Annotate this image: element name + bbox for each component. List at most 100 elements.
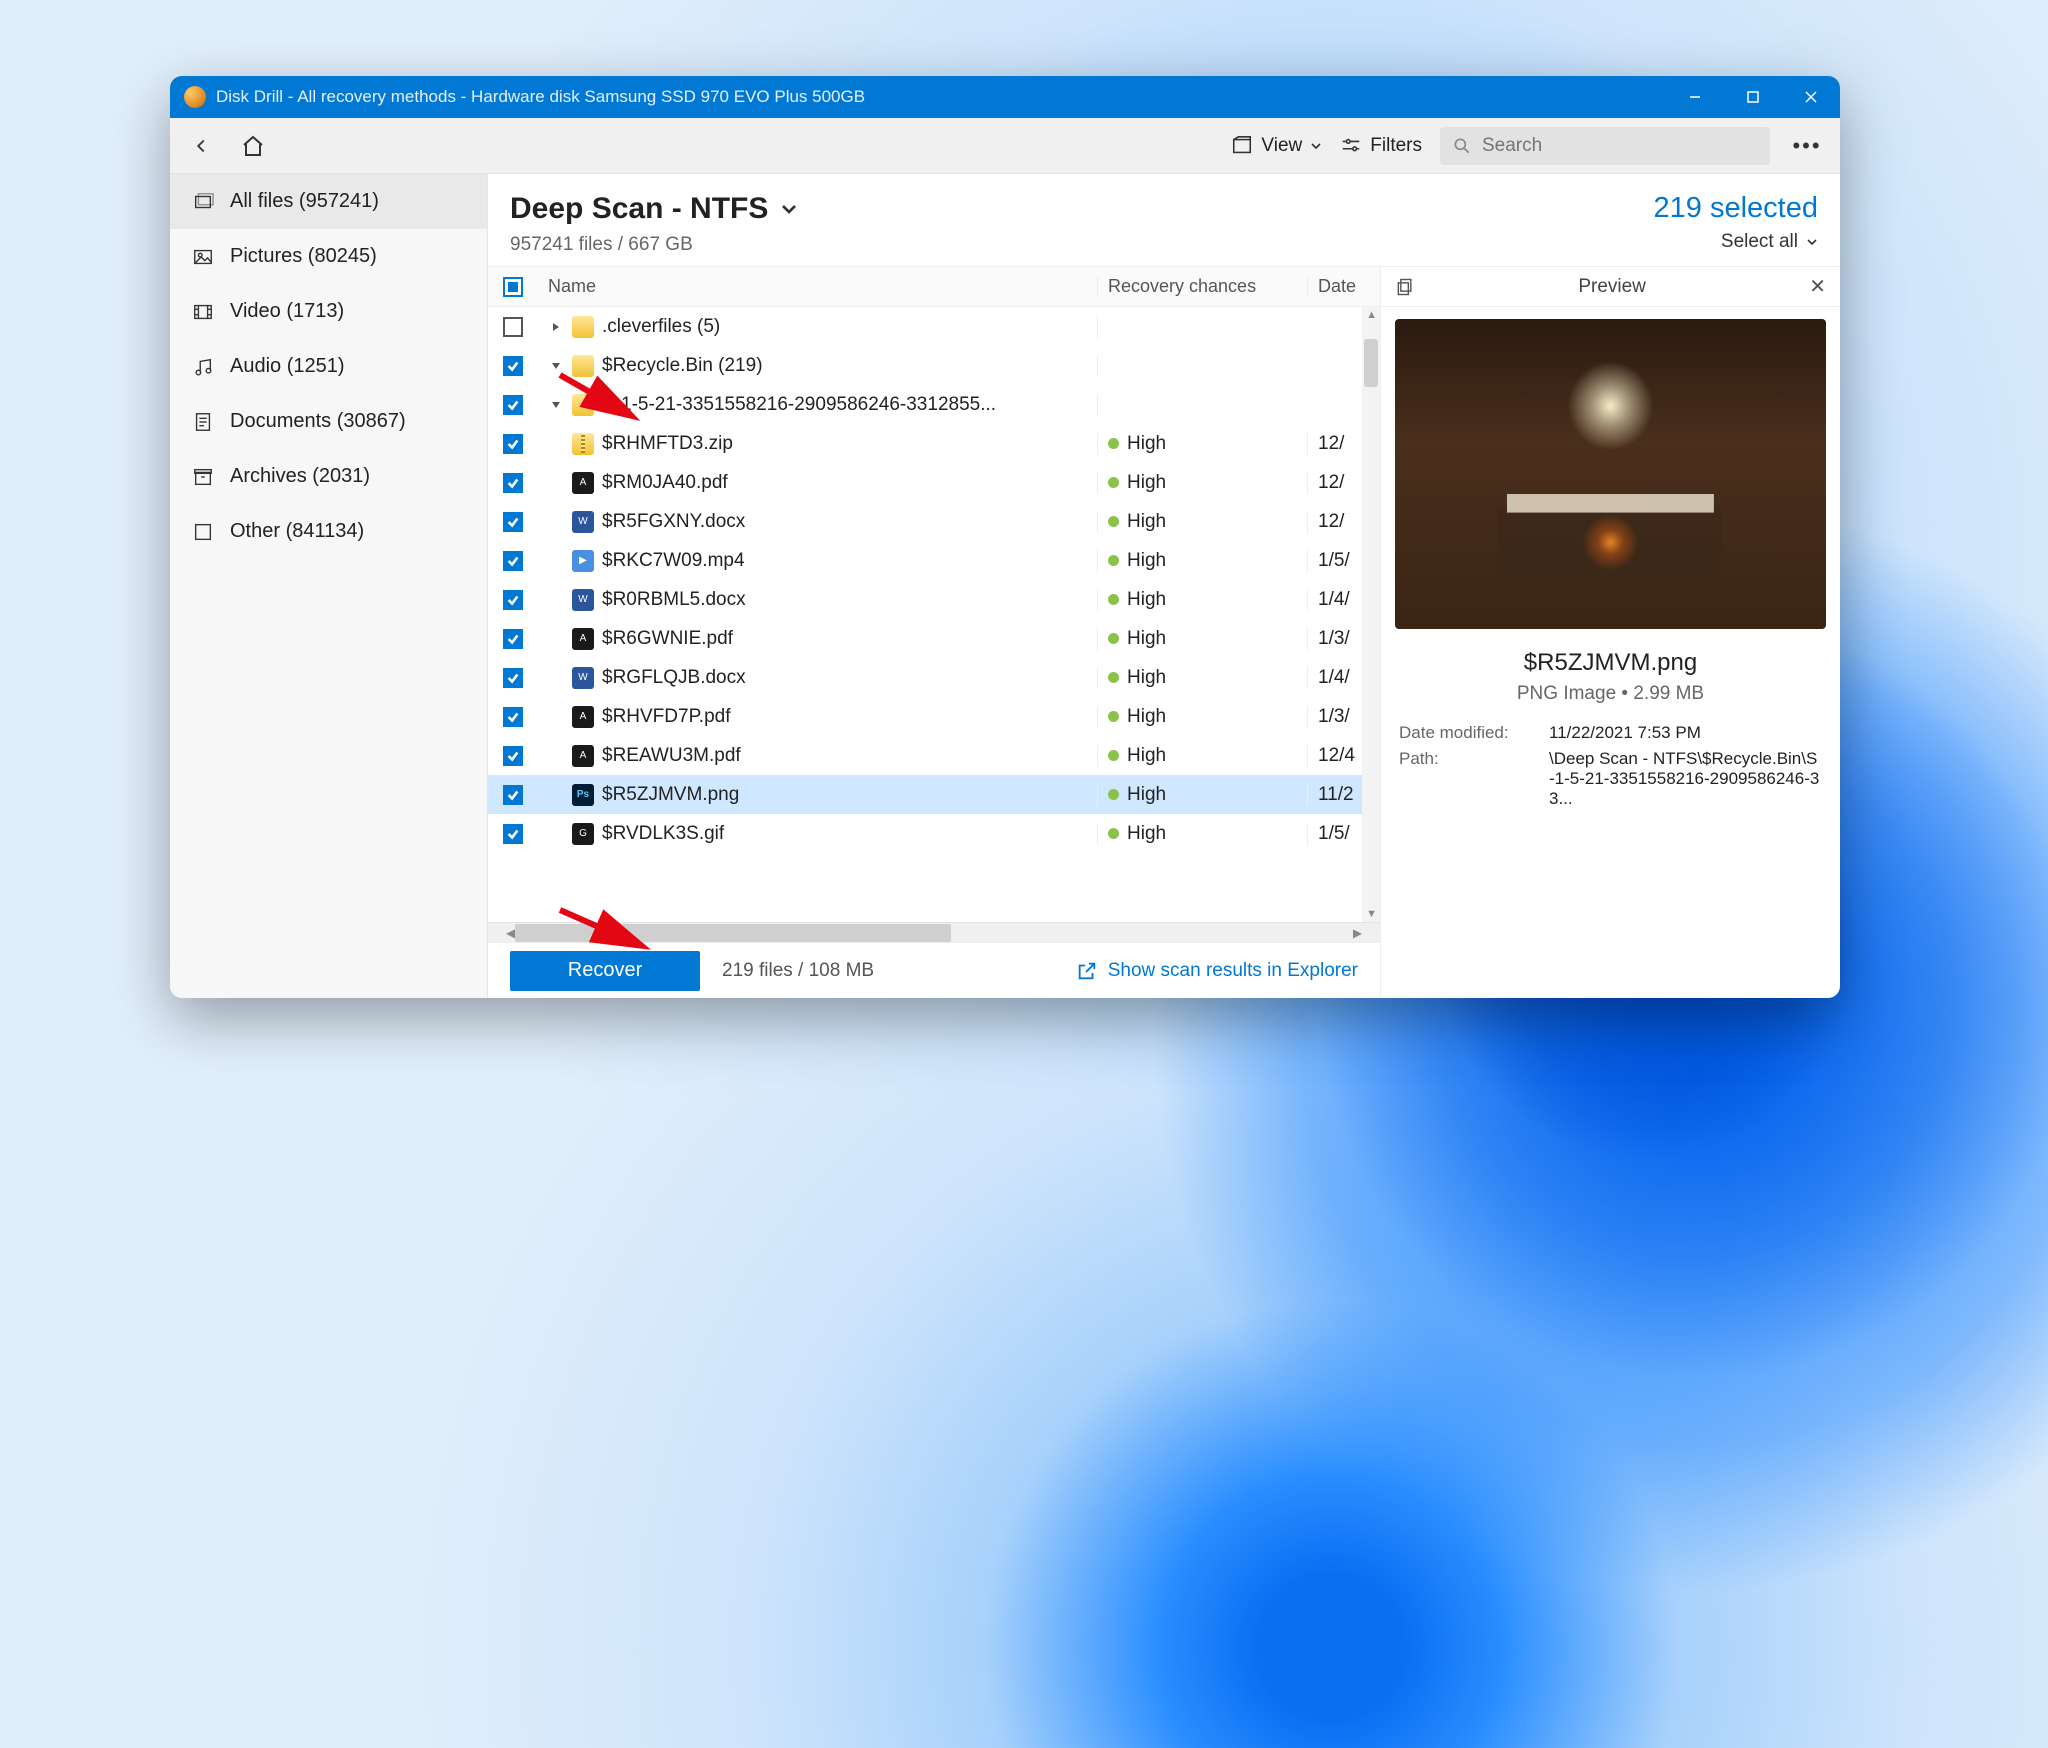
row-checkbox[interactable]	[503, 551, 523, 571]
file-name: S-1-5-21-3351558216-2909586246-3312855..…	[602, 394, 996, 416]
row-checkbox[interactable]	[503, 395, 523, 415]
sidebar-item-label: Pictures (80245)	[230, 245, 377, 268]
file-row[interactable]: $Recycle.Bin (219)	[488, 346, 1380, 385]
music-icon	[192, 356, 214, 378]
row-checkbox[interactable]	[503, 824, 523, 844]
prop-value: \Deep Scan - NTFS\$Recycle.Bin\S-1-5-21-…	[1549, 749, 1822, 809]
show-in-explorer-link[interactable]: Show scan results in Explorer	[1076, 960, 1358, 982]
status-dot	[1108, 477, 1119, 488]
app-icon	[184, 86, 206, 108]
scan-subtitle: 957241 files / 667 GB	[510, 234, 1654, 256]
preview-filename: $R5ZJMVM.png	[1381, 649, 1840, 677]
row-checkbox[interactable]	[503, 356, 523, 376]
select-all-checkbox[interactable]	[503, 277, 523, 297]
status-dot	[1108, 633, 1119, 644]
status-dot	[1108, 555, 1119, 566]
maximize-button[interactable]	[1724, 76, 1782, 118]
selected-count: 219 selected	[1654, 192, 1818, 225]
home-button[interactable]	[236, 129, 270, 163]
search-icon	[1452, 136, 1472, 156]
more-button[interactable]: •••	[1788, 127, 1826, 165]
preview-image	[1395, 319, 1826, 629]
sidebar-item-label: Other (841134)	[230, 520, 364, 543]
file-row[interactable]: W $R0RBML5.docx High 1/4/	[488, 580, 1380, 619]
row-checkbox[interactable]	[503, 590, 523, 610]
sidebar-item[interactable]: Archives (2031)	[170, 449, 487, 504]
column-headers: Name Recovery chances Date	[488, 267, 1380, 307]
app-window: Disk Drill - All recovery methods - Hard…	[170, 76, 1840, 998]
file-row[interactable]: G $RVDLK3S.gif High 1/5/	[488, 814, 1380, 853]
sidebar-item[interactable]: Audio (1251)	[170, 339, 487, 394]
close-button[interactable]	[1782, 76, 1840, 118]
file-name: $RM0JA40.pdf	[602, 472, 728, 494]
image-icon	[192, 246, 214, 268]
sidebar-item[interactable]: Documents (30867)	[170, 394, 487, 449]
row-checkbox[interactable]	[503, 629, 523, 649]
file-row[interactable]: W $RGFLQJB.docx High 1/4/	[488, 658, 1380, 697]
row-checkbox[interactable]	[503, 512, 523, 532]
view-dropdown[interactable]: View	[1231, 135, 1322, 157]
archive-icon	[192, 466, 214, 488]
row-checkbox[interactable]	[503, 317, 523, 337]
file-row[interactable]: ▶ $RKC7W09.mp4 High 1/5/	[488, 541, 1380, 580]
disclosure-icon[interactable]	[548, 319, 564, 335]
row-checkbox[interactable]	[503, 668, 523, 688]
status-dot	[1108, 438, 1119, 449]
file-name: $RGFLQJB.docx	[602, 667, 746, 689]
column-name[interactable]: Name	[538, 276, 1098, 297]
filters-button[interactable]: Filters	[1340, 135, 1422, 157]
sidebar-item-label: Video (1713)	[230, 300, 344, 323]
file-row[interactable]: $RHMFTD3.zip High 12/	[488, 424, 1380, 463]
search-input[interactable]	[1482, 135, 1758, 157]
status-dot	[1108, 828, 1119, 839]
row-checkbox[interactable]	[503, 434, 523, 454]
prop-label: Date modified:	[1399, 723, 1549, 743]
horizontal-scrollbar[interactable]: ◀ ▶	[488, 922, 1380, 942]
row-checkbox[interactable]	[503, 785, 523, 805]
sidebar-item-label: Archives (2031)	[230, 465, 370, 488]
file-row[interactable]: .cleverfiles (5)	[488, 307, 1380, 346]
row-checkbox[interactable]	[503, 473, 523, 493]
file-row[interactable]: S-1-5-21-3351558216-2909586246-3312855..…	[488, 385, 1380, 424]
column-recovery[interactable]: Recovery chances	[1098, 276, 1308, 297]
row-checkbox[interactable]	[503, 707, 523, 727]
file-row[interactable]: A $RHVFD7P.pdf High 1/3/	[488, 697, 1380, 736]
file-row[interactable]: A $RM0JA40.pdf High 12/	[488, 463, 1380, 502]
prop-label: Path:	[1399, 749, 1549, 809]
toolbar: View Filters •••	[170, 118, 1840, 174]
file-row[interactable]: A $R6GWNIE.pdf High 1/3/	[488, 619, 1380, 658]
search-box[interactable]	[1440, 127, 1770, 165]
file-name: $R6GWNIE.pdf	[602, 628, 733, 650]
sidebar-item[interactable]: Video (1713)	[170, 284, 487, 339]
disclosure-icon[interactable]	[548, 358, 564, 374]
scan-title[interactable]: Deep Scan - NTFS	[510, 192, 1654, 226]
preview-title: Preview	[1415, 276, 1809, 298]
file-row[interactable]: A $REAWU3M.pdf High 12/4	[488, 736, 1380, 775]
prop-value: 11/22/2021 7:53 PM	[1549, 723, 1822, 743]
file-row[interactable]: Ps $R5ZJMVM.png High 11/2	[488, 775, 1380, 814]
preview-meta: PNG Image • 2.99 MB	[1381, 683, 1840, 705]
file-name: .cleverfiles (5)	[602, 316, 720, 338]
copy-icon[interactable]	[1395, 277, 1415, 297]
column-date[interactable]: Date	[1308, 276, 1380, 297]
sidebar-item-label: All files (957241)	[230, 190, 379, 213]
back-button[interactable]	[184, 129, 218, 163]
file-name: $R0RBML5.docx	[602, 589, 746, 611]
disclosure-icon[interactable]	[548, 397, 564, 413]
footer: Recover 219 files / 108 MB Show scan res…	[488, 942, 1380, 998]
sidebar-item[interactable]: Other (841134)	[170, 504, 487, 559]
minimize-button[interactable]	[1666, 76, 1724, 118]
file-name: $RHMFTD3.zip	[602, 433, 733, 455]
recover-button[interactable]: Recover	[510, 951, 700, 991]
file-name: $R5ZJMVM.png	[602, 784, 739, 806]
sidebar-item[interactable]: Pictures (80245)	[170, 229, 487, 284]
file-row[interactable]: W $R5FGXNY.docx High 12/	[488, 502, 1380, 541]
sidebar: All files (957241) Pictures (80245) Vide…	[170, 174, 488, 998]
status-dot	[1108, 516, 1119, 527]
sidebar-item[interactable]: All files (957241)	[170, 174, 487, 229]
file-name: $REAWU3M.pdf	[602, 745, 741, 767]
vertical-scrollbar[interactable]: ▲ ▼	[1362, 307, 1380, 922]
row-checkbox[interactable]	[503, 746, 523, 766]
select-all-dropdown[interactable]: Select all	[1654, 231, 1818, 253]
close-preview-button[interactable]: ✕	[1809, 274, 1826, 299]
